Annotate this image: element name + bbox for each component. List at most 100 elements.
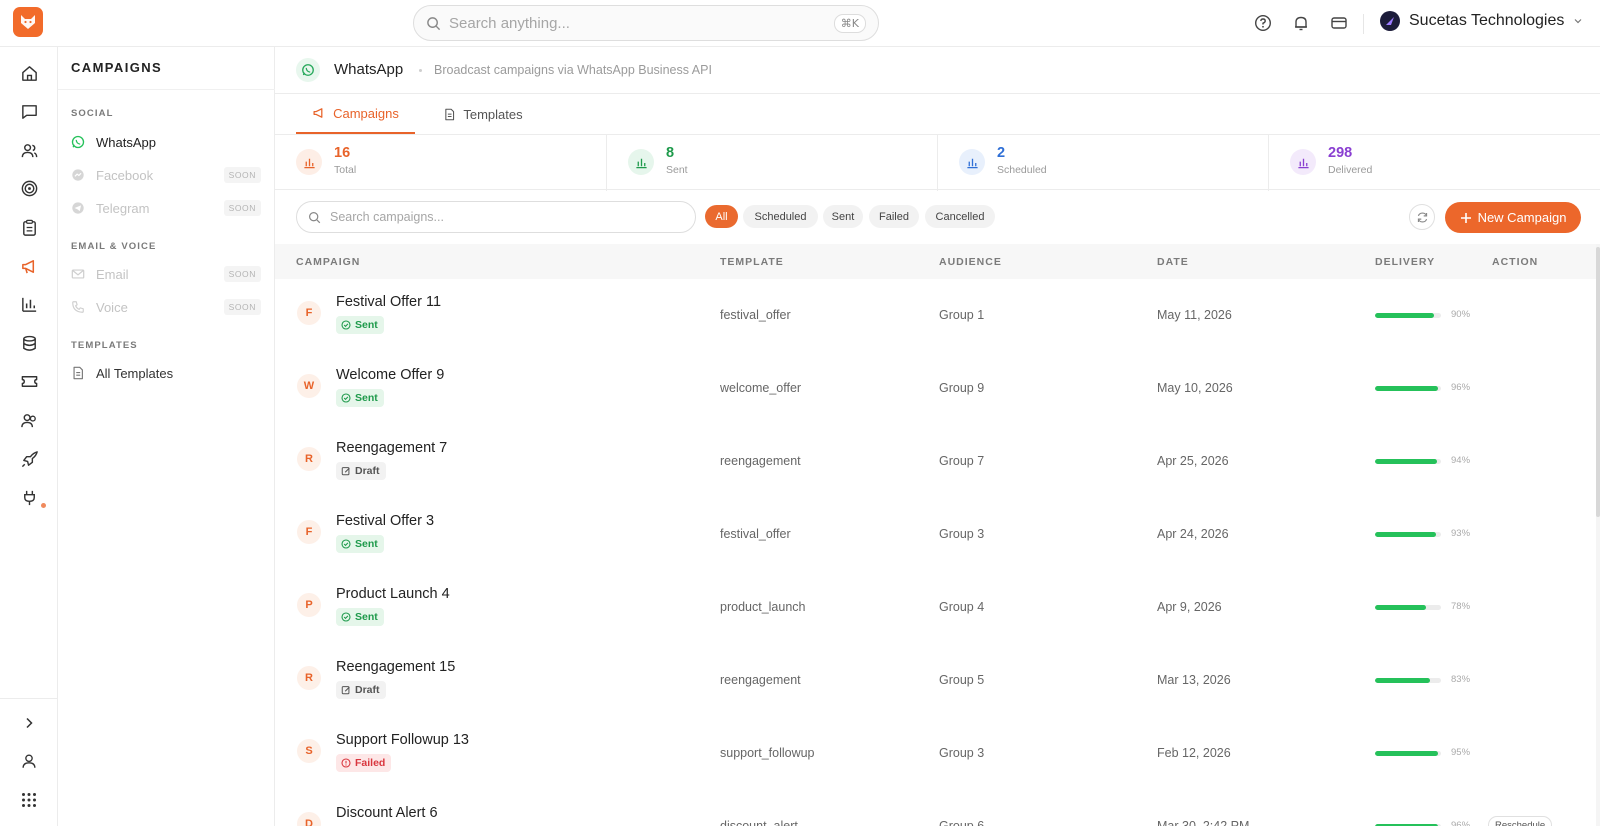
plus-icon xyxy=(1460,212,1471,223)
campaign-name[interactable]: Support Followup 13 xyxy=(336,732,469,748)
sidebar-item-voice: Voice SOON xyxy=(71,295,261,319)
delivery-percent: 83% xyxy=(1451,674,1471,685)
tab-campaigns[interactable]: Campaigns xyxy=(296,94,415,134)
audience-cell: Group 3 xyxy=(939,527,985,541)
sidebar-item-label: WhatsApp xyxy=(96,134,156,150)
status-label: Draft xyxy=(355,465,380,477)
document-icon xyxy=(445,108,455,120)
global-search[interactable]: Search anything... ⌘K xyxy=(413,5,879,41)
delivery-bar-fill xyxy=(1375,605,1427,610)
delivery-bar xyxy=(1375,459,1441,464)
megaphone-icon[interactable] xyxy=(17,254,41,278)
delivery-bar xyxy=(1375,532,1441,537)
filter-chip-cancelled[interactable]: Cancelled xyxy=(925,205,995,228)
tab-templates[interactable]: Templates xyxy=(433,94,533,134)
sidebar-item-whatsapp[interactable]: WhatsApp xyxy=(71,130,261,154)
tab-label: Campaigns xyxy=(333,105,399,121)
template-cell: discount_alert xyxy=(720,819,798,826)
table-row[interactable]: D Discount Alert 6 discount_alert Group 6 Ma… xyxy=(275,790,1600,826)
sidebar-item-all-templates[interactable]: All Templates xyxy=(71,361,261,385)
bar-chart-icon[interactable] xyxy=(17,292,41,316)
plug-icon[interactable] xyxy=(17,485,41,509)
page-header: WhatsApp Broadcast campaigns via WhatsAp… xyxy=(275,47,1600,94)
col-header-campaign: CAMPAIGN xyxy=(296,256,361,268)
team-icon[interactable] xyxy=(17,408,41,432)
col-header-date: DATE xyxy=(1157,256,1189,268)
table-row[interactable]: W Welcome Offer 9 Sent welcome_offer Group 9… xyxy=(275,352,1600,425)
profile-icon[interactable] xyxy=(17,749,41,773)
campaign-name[interactable]: Product Launch 4 xyxy=(336,586,450,602)
campaign-name[interactable]: Discount Alert 6 xyxy=(336,805,438,821)
delivery-bar-fill xyxy=(1375,532,1437,537)
global-search-placeholder: Search anything... xyxy=(449,14,570,32)
audience-cell: Group 9 xyxy=(939,381,985,395)
filter-chip-failed[interactable]: Failed xyxy=(869,205,919,228)
date-cell: May 11, 2026 xyxy=(1157,308,1232,322)
target-icon[interactable] xyxy=(17,176,41,200)
table-row[interactable]: P Product Launch 4 Sent product_launch Group… xyxy=(275,571,1600,644)
rocket-icon[interactable] xyxy=(17,447,41,471)
filter-chip-sent[interactable]: Sent xyxy=(823,205,863,228)
campaign-name[interactable]: Reengagement 7 xyxy=(336,440,447,456)
filter-chip-scheduled[interactable]: Scheduled xyxy=(743,205,818,228)
date-cell: Mar 13, 2026 xyxy=(1157,673,1231,687)
telegram-icon xyxy=(72,202,84,214)
campaign-table-body: F Festival Offer 11 Sent festival_offer Grou… xyxy=(275,279,1600,826)
home-icon[interactable] xyxy=(17,61,41,85)
scrollbar-thumb[interactable] xyxy=(1596,247,1600,517)
page-title: WhatsApp xyxy=(334,61,404,78)
search-shortcut-hint: ⌘K xyxy=(833,13,866,33)
campaign-search-input[interactable]: Search campaigns... xyxy=(296,201,696,233)
search-icon xyxy=(309,211,321,223)
campaign-name[interactable]: Welcome Offer 9 xyxy=(336,367,444,383)
edit-icon xyxy=(341,466,351,476)
notification-dot xyxy=(41,503,46,508)
app-logo[interactable] xyxy=(13,7,43,37)
billing-card-icon[interactable] xyxy=(1328,12,1350,34)
rail-divider xyxy=(0,698,58,699)
campaign-avatar: P xyxy=(297,593,321,617)
stats-strip: 16 Total 8 Sent 2 Scheduled 298 Delivere… xyxy=(275,134,1600,191)
org-logo-icon xyxy=(1386,17,1394,25)
chat-icon[interactable] xyxy=(17,99,41,123)
status-badge: Sent xyxy=(336,389,384,407)
sidebar-item-label: Email xyxy=(96,266,129,282)
campaign-name[interactable]: Festival Offer 3 xyxy=(336,513,434,529)
table-row[interactable]: S Support Followup 13 Failed support_follow… xyxy=(275,717,1600,790)
col-header-audience: AUDIENCE xyxy=(939,256,1002,268)
org-switcher[interactable]: Sucetas Technologies xyxy=(1380,11,1583,31)
stat-delivered: 298 Delivered xyxy=(1268,135,1599,191)
status-badge: Sent xyxy=(336,316,384,334)
help-icon[interactable] xyxy=(1252,12,1274,34)
sidebar-item-label: Facebook xyxy=(96,167,154,183)
sidebar-item-label: Voice xyxy=(96,299,128,315)
table-row[interactable]: R Reengagement 15 Draft reengagement Group 5… xyxy=(275,644,1600,717)
date-cell: May 10, 2026 xyxy=(1157,381,1233,395)
users-icon[interactable] xyxy=(17,138,41,162)
stat-chart-icon xyxy=(1290,149,1316,175)
expand-chevron-icon[interactable] xyxy=(17,711,41,735)
campaign-name[interactable]: Festival Offer 11 xyxy=(336,294,441,310)
delivery-bar-fill xyxy=(1375,751,1438,756)
table-row[interactable]: F Festival Offer 3 Sent festival_offer Group… xyxy=(275,498,1600,571)
campaign-name[interactable]: Reengagement 15 xyxy=(336,659,455,675)
delivery-percent: 96% xyxy=(1451,820,1471,826)
status-label: Draft xyxy=(355,684,380,696)
status-badge: Sent xyxy=(336,608,384,626)
main-content: WhatsApp Broadcast campaigns via WhatsAp… xyxy=(275,47,1600,826)
clipboard-icon[interactable] xyxy=(17,215,41,239)
table-row[interactable]: F Festival Offer 11 Sent festival_offer Grou… xyxy=(275,279,1600,352)
refresh-button[interactable] xyxy=(1409,204,1435,230)
reschedule-button[interactable]: Reschedule xyxy=(1488,816,1553,826)
search-icon xyxy=(427,16,441,30)
bell-icon[interactable] xyxy=(1290,12,1312,34)
ticket-icon[interactable] xyxy=(17,369,41,393)
status-badge: Sent xyxy=(336,535,384,553)
filter-chip-all[interactable]: All xyxy=(705,205,738,228)
apps-grid-icon[interactable] xyxy=(17,788,41,812)
status-label: Sent xyxy=(355,611,378,623)
new-campaign-button[interactable]: New Campaign xyxy=(1445,202,1581,233)
mail-icon xyxy=(71,269,85,279)
table-row[interactable]: R Reengagement 7 Draft reengagement Group 7 A… xyxy=(275,425,1600,498)
database-icon[interactable] xyxy=(17,331,41,355)
